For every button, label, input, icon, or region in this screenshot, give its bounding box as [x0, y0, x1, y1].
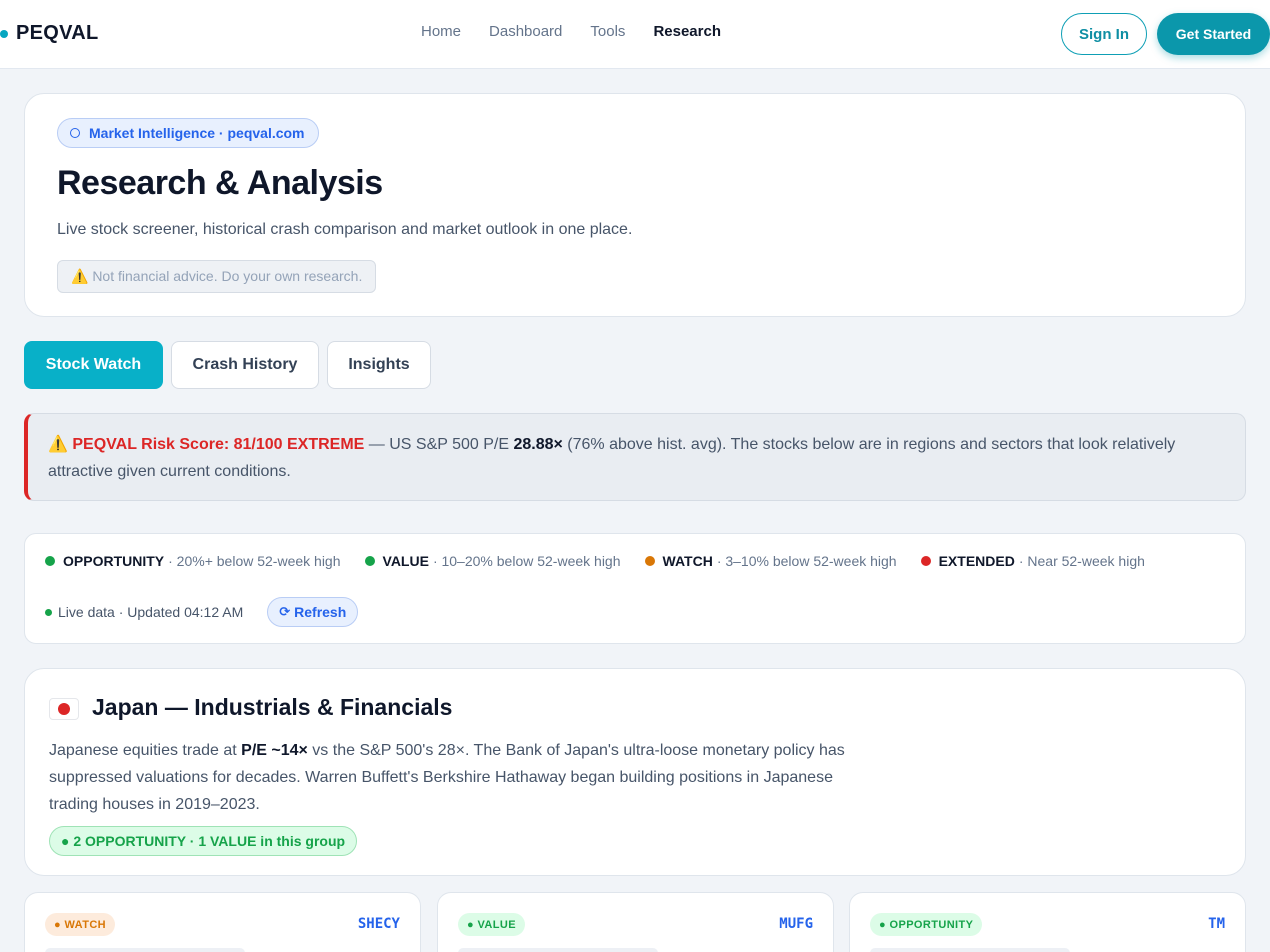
refresh-icon: ⟳ — [279, 604, 291, 619]
orange-dot-icon — [644, 556, 655, 566]
clock-icon — [70, 128, 80, 138]
brand-logo[interactable]: PEQVAL — [0, 22, 99, 45]
stock-ticker: MUFG — [779, 916, 813, 932]
stock-name-placeholder — [458, 948, 658, 952]
stock-ticker: SHECY — [357, 916, 400, 932]
signal-legend-card: OPPORTUNITY · 20%+ below 52-week high VA… — [24, 533, 1246, 644]
refresh-button[interactable]: ⟳ Refresh — [267, 597, 359, 627]
red-dot-icon — [920, 556, 931, 566]
alert-pe-prefix: — US S&P 500 P/E — [364, 436, 514, 453]
group-description: Japanese equities trade at P/E ~14× vs t… — [49, 737, 849, 818]
nav-dashboard[interactable]: Dashboard — [489, 23, 562, 40]
stock-card[interactable]: ● VALUE MUFG — [437, 892, 834, 952]
page-subtitle: Live stock screener, historical crash co… — [57, 221, 633, 238]
main-nav: Home Dashboard Tools Research — [421, 23, 749, 40]
stock-name-placeholder — [870, 948, 1070, 952]
page-title: Research & Analysis — [57, 164, 383, 202]
group-pe: P/E ~14× — [241, 742, 308, 759]
pe-value: 28.88× — [513, 436, 563, 453]
sign-in-button[interactable]: Sign In — [1061, 13, 1147, 55]
status-badge: ● WATCH — [45, 913, 116, 936]
legend-extended: EXTENDED · Near 52-week high — [920, 553, 1145, 569]
live-indicator-icon — [45, 608, 52, 616]
stock-card[interactable]: ● WATCH SHECY — [24, 892, 421, 952]
pill-label: Market Intelligence · peqval.com — [89, 125, 305, 141]
legend-watch: WATCH · 3–10% below 52-week high — [644, 553, 897, 569]
market-intelligence-pill: Market Intelligence · peqval.com — [57, 118, 319, 148]
group-desc-text: Japanese equities trade at — [49, 742, 242, 759]
legend-desc: · 10–20% below 52-week high — [432, 553, 621, 569]
get-started-button[interactable]: Get Started — [1157, 13, 1270, 55]
brand-dot-icon — [0, 29, 8, 38]
legend-label: WATCH — [662, 553, 713, 569]
stock-card[interactable]: ● OPPORTUNITY TM — [849, 892, 1246, 952]
green-dot-icon — [45, 556, 55, 566]
legend-desc: · 3–10% below 52-week high — [716, 553, 897, 569]
legend-desc: · Near 52-week high — [1018, 553, 1145, 569]
live-status-text: Live data · Updated 04:12 AM — [58, 604, 244, 620]
group-summary-badge: ● 2 OPPORTUNITY · 1 VALUE in this group — [49, 826, 358, 856]
tab-insights[interactable]: Insights — [327, 341, 431, 389]
tab-stock-watch[interactable]: Stock Watch — [24, 341, 163, 389]
nav-research[interactable]: Research — [653, 23, 721, 40]
risk-alert-banner: ⚠️ PEQVAL Risk Score: 81/100 EXTREME — U… — [24, 413, 1246, 501]
hero-card: Market Intelligence · peqval.com Researc… — [24, 93, 1246, 317]
nav-home[interactable]: Home — [421, 23, 461, 40]
legend-value: VALUE · 10–20% below 52-week high — [364, 553, 621, 569]
legend-label: EXTENDED — [938, 553, 1015, 569]
top-navigation-bar: PEQVAL Home Dashboard Tools Research Sig… — [0, 0, 1270, 69]
stock-name-placeholder — [45, 948, 245, 952]
legend-opportunity: OPPORTUNITY · 20%+ below 52-week high — [45, 553, 341, 569]
group-title: Japan — Industrials & Financials — [92, 694, 453, 720]
stock-ticker: TM — [1208, 916, 1225, 932]
warning-icon: ⚠️ — [48, 436, 68, 453]
risk-score: PEQVAL Risk Score: 81/100 EXTREME — [72, 436, 365, 453]
legend-desc: · 20%+ below 52-week high — [168, 553, 341, 569]
legend-row: OPPORTUNITY · 20%+ below 52-week high VA… — [45, 553, 1169, 569]
live-status-row: Live data · Updated 04:12 AM ⟳ Refresh — [45, 597, 359, 627]
legend-label: OPPORTUNITY — [63, 553, 165, 569]
disclaimer-badge: ⚠️ Not financial advice. Do your own res… — [57, 260, 377, 293]
green-dot-icon — [364, 556, 375, 566]
refresh-label: Refresh — [294, 604, 347, 620]
status-badge: ● VALUE — [458, 913, 525, 936]
japan-flag-icon — [49, 698, 79, 720]
status-badge: ● OPPORTUNITY — [870, 913, 983, 936]
region-group-card: Japan — Industrials & Financials Japanes… — [24, 668, 1246, 876]
brand-name: PEQVAL — [16, 22, 99, 44]
nav-tools[interactable]: Tools — [590, 23, 625, 40]
legend-label: VALUE — [382, 553, 429, 569]
tab-crash-history[interactable]: Crash History — [171, 341, 319, 389]
